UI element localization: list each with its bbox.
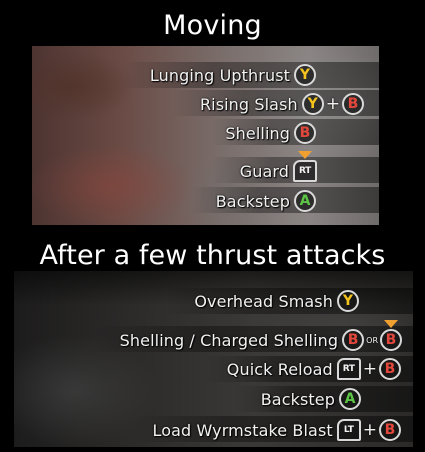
combo-buttons: A [294,190,316,212]
after-thrust-combo-panel: Overhead Smash Y Shelling / Charged Shel… [14,271,413,447]
plus-sign: + [325,94,340,114]
combo-label: Guard [239,161,289,181]
combo-label: Shelling / Charged Shelling [119,330,339,350]
combo-buttons: Y [337,290,359,312]
combo-label: Backstep [215,191,290,211]
lt-trigger-icon: LT [336,419,361,441]
a-button-icon: A [339,388,361,410]
combo-row: Quick Reload RT + B [227,355,401,383]
y-button-icon: Y [337,290,359,312]
combo-row: Shelling / Charged Shelling B OR B [119,320,402,354]
combo-buttons: Y [294,64,316,86]
b-button-icon: B [380,329,402,351]
combo-label: Lunging Upthrust [149,65,290,85]
combo-row: Load Wyrmstake Blast LT + B [153,416,401,444]
combo-buttons: LT + B [336,419,401,441]
rt-trigger-icon: RT [293,160,317,182]
section-title-after-thrusts: After a few thrust attacks [39,240,386,271]
combo-row: Shelling B [225,119,316,147]
combo-buttons: A [339,388,361,410]
b-button-icon: B [294,122,316,144]
combo-label: Load Wyrmstake Blast [152,420,333,440]
combo-row: Rising Slash Y + B [200,90,364,118]
combo-label: Shelling [225,123,290,143]
combo-buttons: B OR B [342,320,402,351]
combo-buttons: RT + B [336,358,401,380]
b-button-icon: B [379,358,401,380]
b-button-icon: B [342,93,364,115]
combo-row: Backstep A [261,385,361,413]
combo-label: Rising Slash [199,94,298,114]
hold-b-button: B [380,320,402,351]
section-title-moving: Moving [163,10,262,41]
combo-row: Guard RT [239,151,317,185]
plus-sign: + [362,420,377,440]
combo-row: Lunging Upthrust Y [150,61,316,89]
combo-buttons: RT [293,151,317,182]
hold-arrow-icon [298,151,312,159]
y-button-icon: Y [294,64,316,86]
y-button-icon: Y [301,93,324,115]
b-button-icon: B [379,419,401,441]
combo-buttons: Y + B [301,93,364,115]
combo-row: Overhead Smash Y [194,287,359,315]
plus-sign: + [362,359,377,379]
b-button-icon: B [342,329,365,351]
combo-label: Backstep [260,389,335,409]
combo-buttons: B [294,122,316,144]
or-text: OR [366,335,378,345]
combo-label: Quick Reload [226,359,333,379]
a-button-icon: A [294,190,316,212]
combo-row: Backstep A [216,187,316,215]
hold-arrow-icon [384,320,398,328]
rt-trigger-icon: RT [336,358,361,380]
moving-combo-panel: Lunging Upthrust Y Rising Slash Y + B Sh… [32,46,379,225]
combo-label: Overhead Smash [194,291,333,311]
hold-rt-trigger: RT [293,151,317,182]
